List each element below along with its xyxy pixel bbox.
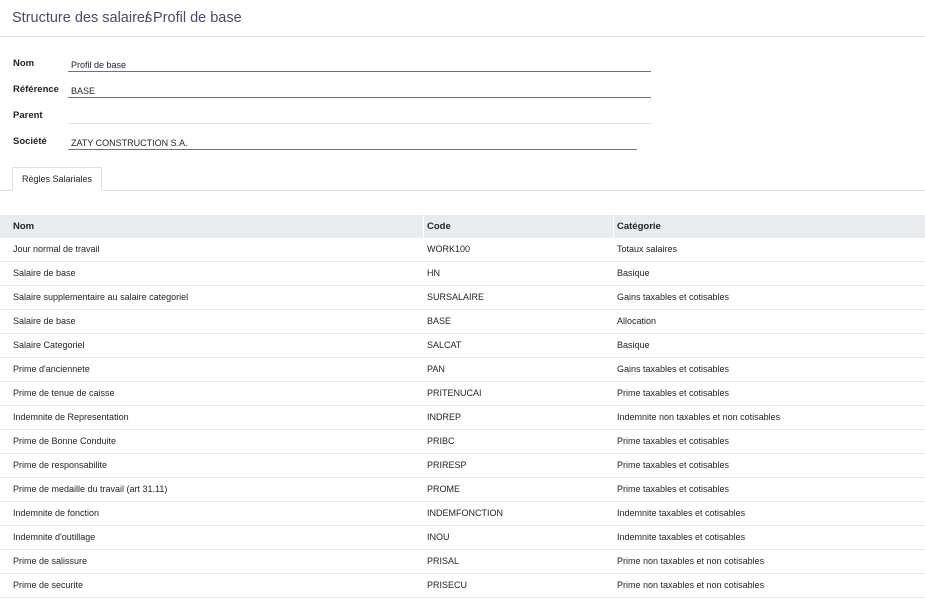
- table-row[interactable]: Indemnite de fonction INDEMFONCTION Indemn…: [0, 502, 925, 526]
- cell-code: INDREP: [427, 412, 462, 422]
- cell-nom: Salaire supplementaire au salaire catego…: [13, 292, 189, 302]
- table-header: Nom Code Catégorie: [0, 215, 925, 238]
- column-header-code[interactable]: Code: [427, 221, 451, 232]
- cell-nom: Salaire de base: [13, 316, 76, 326]
- cell-categorie: Prime non taxables et non cotisables: [617, 580, 765, 590]
- tab-regles-salariales[interactable]: Règles Salariales: [12, 167, 102, 191]
- parent-field[interactable]: [68, 110, 651, 124]
- name-label: Nom: [13, 58, 35, 69]
- cell-code: PAN: [427, 364, 445, 374]
- cell-categorie: Basique: [617, 340, 650, 350]
- company-label: Société: [13, 136, 47, 147]
- cell-categorie: Allocation: [617, 316, 657, 326]
- table-row[interactable]: Prime de responsabilite PRIRESP Prime taxa…: [0, 454, 925, 478]
- table-row[interactable]: Prime de medaille du travail (art 31.11)…: [0, 478, 925, 502]
- tabs-bar: [0, 190, 925, 191]
- cell-nom: Prime de Bonne Conduite: [13, 436, 117, 446]
- cell-categorie: Indemnite taxables et cotisables: [617, 508, 746, 518]
- cell-nom: Prime de salissure: [13, 556, 88, 566]
- cell-nom: Salaire de base: [13, 268, 76, 278]
- name-field[interactable]: Profil de base: [68, 58, 651, 72]
- breadcrumb-parent-link[interactable]: Structure des salaires: [12, 10, 152, 26]
- company-field[interactable]: ZATY CONSTRUCTION S.A.: [68, 136, 637, 150]
- table-row[interactable]: Prime d'anciennete PAN Gains taxables et c…: [0, 358, 925, 382]
- column-divider: [423, 215, 424, 238]
- table-row[interactable]: Salaire de base HN Basique: [0, 262, 925, 286]
- breadcrumb: Structure des salaires / Profil de base: [0, 0, 925, 37]
- cell-categorie: Prime non taxables et non cotisables: [617, 556, 765, 566]
- cell-nom: Jour normal de travail: [13, 244, 100, 254]
- cell-nom: Indemnite de Representation: [13, 412, 129, 422]
- cell-categorie: Gains taxables et cotisables: [617, 364, 730, 374]
- column-header-categorie[interactable]: Catégorie: [617, 221, 661, 232]
- cell-code: PRIBC: [427, 436, 455, 446]
- table-row[interactable]: Indemnite d'outillage INOU Indemnite taxab…: [0, 526, 925, 550]
- cell-nom: Prime de medaille du travail (art 31.11): [13, 484, 168, 494]
- table-row[interactable]: Prime de Bonne Conduite PRIBC Prime taxabl…: [0, 430, 925, 454]
- table-row[interactable]: Indemnite de Representation INDREP Indemni…: [0, 406, 925, 430]
- cell-categorie: Indemnite non taxables et non cotisables: [617, 412, 781, 422]
- cell-categorie: Prime taxables et cotisables: [617, 436, 730, 446]
- cell-code: PRITENUCAI: [427, 388, 482, 398]
- table-row[interactable]: Prime de tenue de caisse PRITENUCAI Prime …: [0, 382, 925, 406]
- cell-code: PRISAL: [427, 556, 460, 566]
- cell-nom: Prime de securite: [13, 580, 84, 590]
- reference-label: Référence: [13, 84, 59, 95]
- cell-code: PROME: [427, 484, 461, 494]
- cell-nom: Indemnite de fonction: [13, 508, 100, 518]
- cell-nom: Prime d'anciennete: [13, 364, 90, 374]
- cell-nom: Salaire Categoriel: [13, 340, 85, 350]
- cell-code: BASE: [427, 316, 452, 326]
- cell-nom: Indemnite d'outillage: [13, 532, 96, 542]
- cell-categorie: Basique: [617, 268, 650, 278]
- column-header-nom[interactable]: Nom: [13, 221, 34, 232]
- cell-nom: Prime de tenue de caisse: [13, 388, 115, 398]
- cell-code: WORK100: [427, 244, 471, 254]
- cell-code: PRISECU: [427, 580, 468, 590]
- reference-field[interactable]: BASE: [68, 84, 651, 98]
- cell-nom: Prime de responsabilite: [13, 460, 108, 470]
- cell-categorie: Indemnite taxables et cotisables: [617, 532, 746, 542]
- cell-categorie: Prime taxables et cotisables: [617, 460, 730, 470]
- breadcrumb-current: Profil de base: [153, 10, 242, 26]
- table-row[interactable]: Salaire supplementaire au salaire catego…: [0, 286, 925, 310]
- table-row[interactable]: Salaire de base BASE Allocation: [0, 310, 925, 334]
- salary-rules-table: Nom Code Catégorie Jour normal de travai…: [0, 215, 925, 598]
- breadcrumb-separator: /: [145, 10, 150, 26]
- table-row[interactable]: Jour normal de travail WORK100 Totaux sala…: [0, 238, 925, 262]
- cell-code: SALCAT: [427, 340, 462, 350]
- table-row[interactable]: Salaire Categoriel SALCAT Basique: [0, 334, 925, 358]
- cell-code: INDEMFONCTION: [427, 508, 503, 518]
- cell-code: SURSALAIRE: [427, 292, 485, 302]
- cell-categorie: Prime taxables et cotisables: [617, 484, 730, 494]
- cell-categorie: Totaux salaires: [617, 244, 678, 254]
- table-row[interactable]: Prime de salissure PRISAL Prime non taxabl…: [0, 550, 925, 574]
- parent-label: Parent: [13, 110, 43, 121]
- cell-categorie: Gains taxables et cotisables: [617, 292, 730, 302]
- cell-code: HN: [427, 268, 440, 278]
- cell-code: PRIRESP: [427, 460, 467, 470]
- column-divider: [613, 215, 614, 238]
- cell-categorie: Prime taxables et cotisables: [617, 388, 730, 398]
- cell-code: INOU: [427, 532, 450, 542]
- table-row[interactable]: Prime de securite PRISECU Prime non taxabl…: [0, 574, 925, 598]
